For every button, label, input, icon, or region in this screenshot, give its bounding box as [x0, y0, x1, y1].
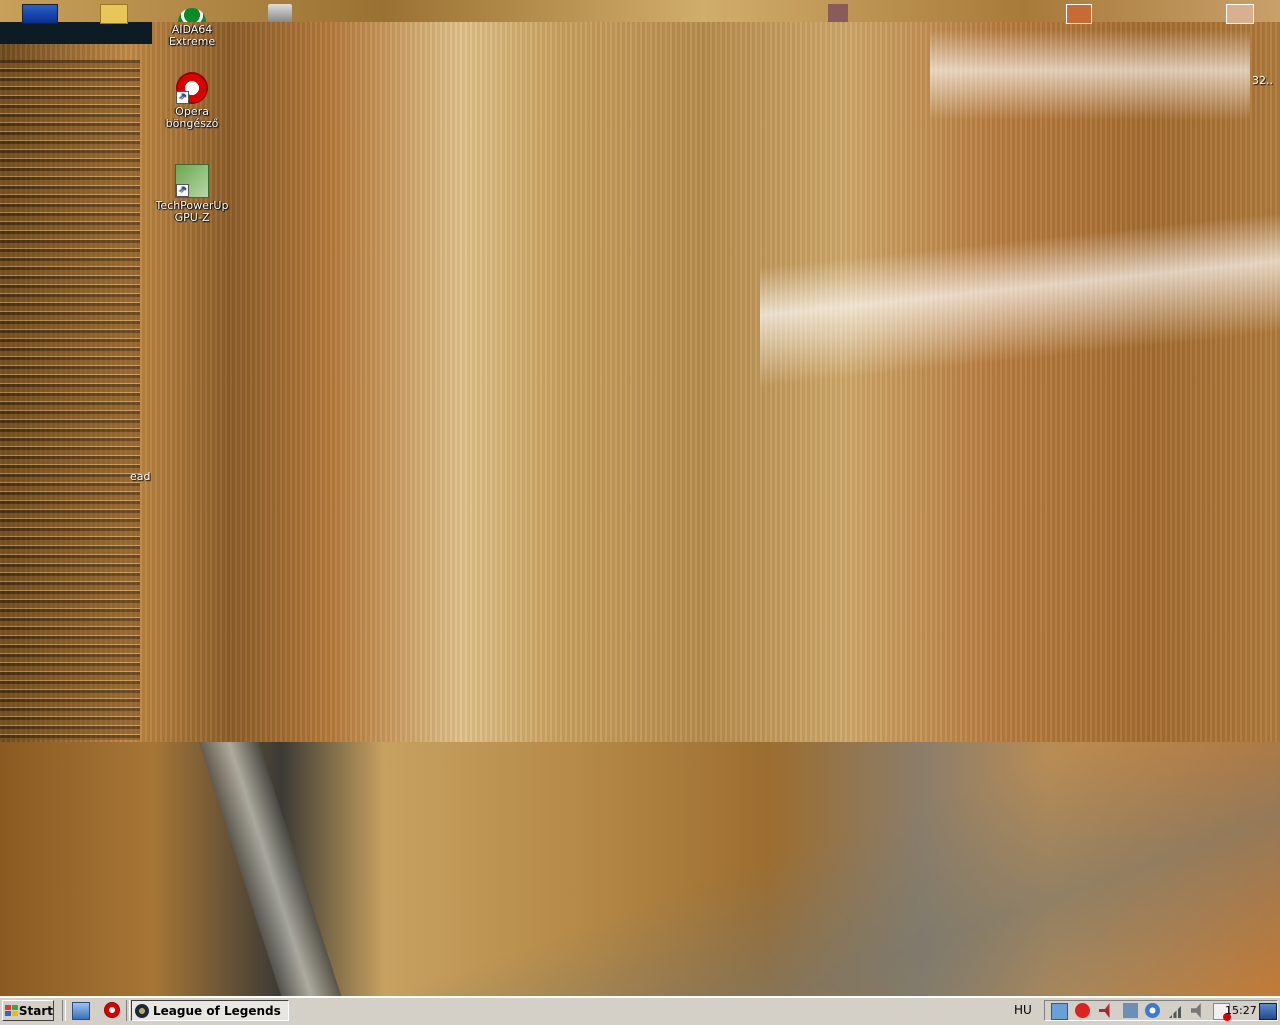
wallpaper-left-streaks: [0, 60, 140, 740]
taskbar-separator: [126, 1000, 130, 1021]
desktop-icon-label: GPU-Z: [174, 211, 210, 224]
show-desktop-icon[interactable]: [1259, 1003, 1277, 1020]
start-label: Start: [18, 1003, 53, 1018]
taskbar-separator: [62, 1000, 66, 1021]
show-desktop-icon[interactable]: [72, 1002, 90, 1020]
aida64-icon: [178, 8, 206, 22]
gpuz-icon: ↗: [175, 164, 209, 198]
shortcut-arrow-icon: ↗: [176, 91, 189, 104]
language-indicator[interactable]: HU: [1014, 1003, 1032, 1017]
system-tray: 15:27: [1044, 1000, 1278, 1021]
opera-icon[interactable]: [104, 1002, 120, 1018]
taskbar-button-league-of-legends[interactable]: League of Legends: [131, 1000, 289, 1021]
clock[interactable]: 15:27: [1225, 1004, 1257, 1017]
info-icon[interactable]: [1051, 1003, 1068, 1020]
my-computer-icon[interactable]: [22, 4, 58, 24]
partial-icon-label: 32..: [1252, 74, 1273, 87]
signal-icon[interactable]: [1169, 1003, 1184, 1018]
wallpaper-lower-region: [0, 742, 1280, 996]
volume-icon[interactable]: [1191, 1003, 1201, 1018]
update-icon[interactable]: [1145, 1003, 1160, 1018]
network-icon[interactable]: [1123, 1003, 1138, 1018]
wallpaper-highlight-wave-top: [930, 30, 1250, 120]
taskbar-button-label: League of Legends: [153, 1003, 281, 1018]
taskbar: Start League of Legends HU 15:27: [0, 996, 1280, 1025]
desktop-icon-label: böngésző: [165, 117, 219, 130]
opera-icon: ↗: [176, 72, 208, 104]
league-of-legends-icon: [135, 1003, 149, 1018]
wallpaper-dark-band: [0, 22, 152, 44]
desktop-wallpaper: [0, 0, 1280, 996]
windows-logo-icon: [5, 1004, 18, 1017]
desktop-icon-opera[interactable]: ↗ Opera böngésző: [154, 72, 230, 130]
desktop-icon-gpuz[interactable]: ↗ TechPowerUp GPU-Z: [154, 164, 230, 224]
image-file-icon[interactable]: [1226, 4, 1254, 24]
folder-icon[interactable]: [100, 4, 128, 24]
partial-icon-label: ead: [130, 470, 151, 483]
recycle-bin-icon[interactable]: [268, 4, 292, 22]
wallpaper-glitched-region: [0, 22, 1280, 742]
image-file-icon[interactable]: [1066, 4, 1092, 24]
desktop-icon-aida64[interactable]: AIDA64 Extreme: [154, 8, 230, 48]
image-file-icon[interactable]: [828, 4, 848, 22]
shortcut-arrow-icon: ↗: [176, 184, 189, 197]
antivirus-icon[interactable]: [1075, 1003, 1090, 1018]
start-button[interactable]: Start: [2, 1000, 54, 1021]
desktop-icon-label: Extreme: [168, 35, 216, 48]
speaker-mute-icon[interactable]: [1099, 1003, 1110, 1018]
